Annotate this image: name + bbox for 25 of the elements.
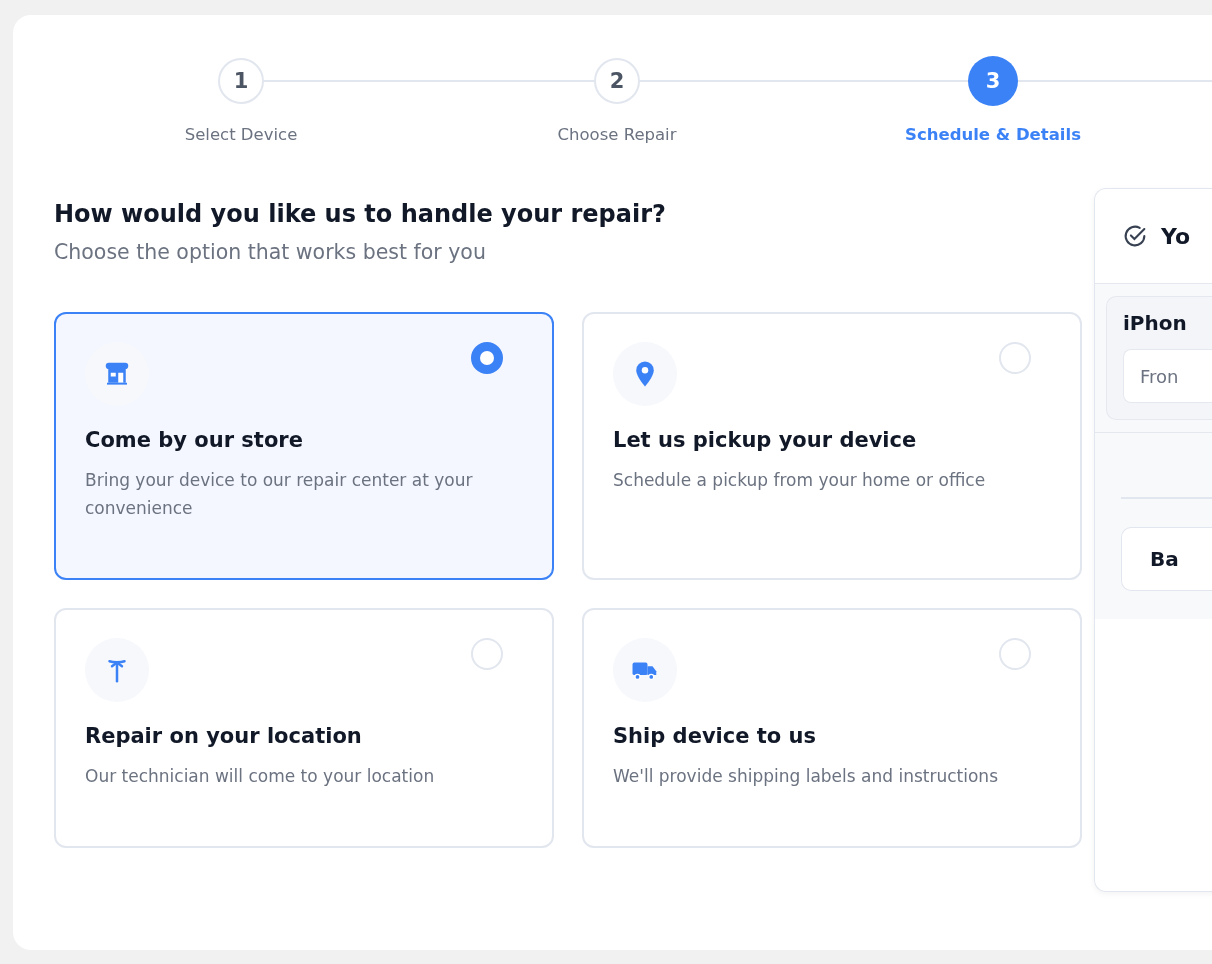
heading: How would you like us to handle your repair? <box>54 200 667 228</box>
option-card[interactable]: Ship device to us We'll provide shipping labels and instructions <box>582 608 1082 848</box>
option-description: Bring your device to our repair center at your convenience <box>85 469 474 520</box>
step-label: Select Device <box>184 125 298 144</box>
option-title: Ship device to us <box>613 724 817 748</box>
option-description: Our technician will come to your location <box>85 765 436 788</box>
option-card[interactable]: Let us pickup your device Schedule a pickup from your home or office <box>582 312 1082 580</box>
input-field[interactable]: Fron <box>1123 349 1212 403</box>
subheading: Choose the option that works best for you <box>54 240 487 264</box>
step-label: Schedule & Details <box>905 125 1081 144</box>
step-number[interactable]: 2 <box>594 58 640 104</box>
option-title: Let us pickup your device <box>613 428 918 452</box>
option-description: Schedule a pickup from your home or office <box>613 469 987 492</box>
option-title: Repair on your location <box>85 724 363 748</box>
back-button[interactable]: Ba <box>1121 526 1212 591</box>
radio-button[interactable] <box>471 342 503 374</box>
step-number[interactable]: 1 <box>218 58 264 104</box>
option-description: We'll provide shipping labels and instructions <box>613 765 999 788</box>
step-label: Choose Repair <box>557 125 677 144</box>
summary-title: Yo <box>1161 223 1191 249</box>
option-title: Come by our store <box>85 428 304 452</box>
option-card[interactable]: Repair on your location Our technician will come to your location <box>54 608 554 848</box>
option-card[interactable]: Come by our store Bring your device to our repair center at your convenience <box>54 312 554 580</box>
step-number[interactable]: 3 <box>968 56 1018 106</box>
device-name: iPhon <box>1123 311 1188 335</box>
